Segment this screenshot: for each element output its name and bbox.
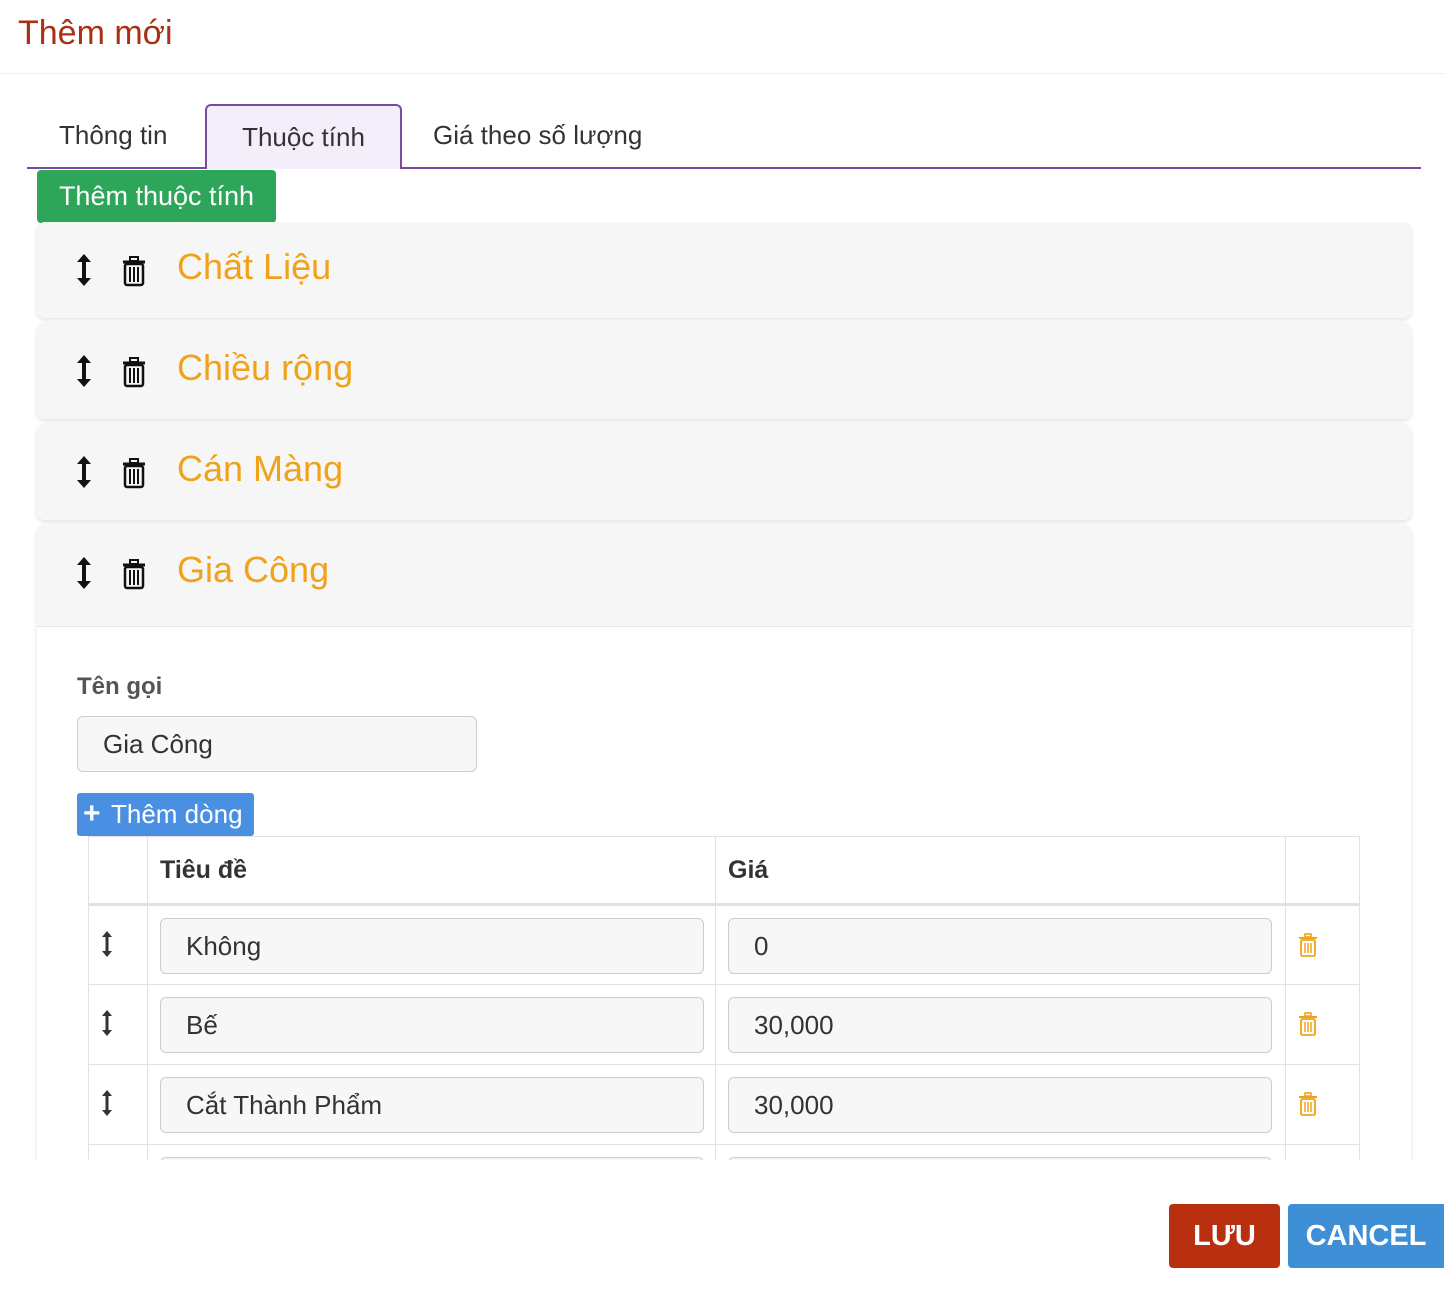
- row-title-input[interactable]: [160, 1157, 704, 1160]
- row-title-cell: Bế: [147, 984, 716, 1065]
- row-sort-cell: [88, 984, 148, 1065]
- sort-handle-icon[interactable]: [74, 555, 94, 591]
- column-header-sort: [88, 836, 148, 906]
- attribute-panel[interactable]: Cán Màng: [37, 424, 1411, 520]
- add-attribute-button[interactable]: Thêm thuộc tính: [37, 170, 276, 223]
- row-title-cell: Cắt Thành Phẩm: [147, 1064, 716, 1145]
- row-sort-cell: [88, 904, 148, 985]
- attributes-list: Chất Liệu Chiều rộng Cán Màng Gia Công T…: [0, 222, 1444, 1160]
- row-title-input[interactable]: Bế: [160, 997, 704, 1053]
- add-row-label: Thêm dòng: [111, 799, 243, 829]
- options-table: Tiêu đề Giá Không 0 Bế 30,000 Cắt Thành …: [88, 836, 1360, 1160]
- column-header-actions: [1285, 836, 1360, 906]
- table-row: Cắt Thành Phẩm 30,000: [88, 1064, 1360, 1145]
- plus-icon: +: [83, 797, 101, 830]
- save-button[interactable]: LƯU: [1169, 1204, 1280, 1268]
- attribute-panel-expanded: Gia Công Tên gọi Gia Công + Thêm dòng Ti…: [37, 525, 1411, 1160]
- trash-icon[interactable]: [1298, 1092, 1318, 1116]
- trash-icon[interactable]: [1298, 1012, 1318, 1036]
- sort-handle-icon[interactable]: [74, 353, 94, 389]
- trash-icon[interactable]: [121, 255, 147, 287]
- table-row: Bế 30,000: [88, 984, 1360, 1065]
- cancel-button[interactable]: CANCEL: [1288, 1204, 1444, 1268]
- row-price-cell: 0: [715, 904, 1286, 985]
- sort-handle-icon[interactable]: [100, 930, 114, 958]
- name-label: Tên gọi: [77, 673, 163, 700]
- table-row: Không 0: [88, 904, 1360, 985]
- sort-handle-icon[interactable]: [74, 252, 94, 288]
- expanded-panel-header[interactable]: Gia Công: [37, 525, 1411, 627]
- attribute-title[interactable]: Chất Liệu: [177, 246, 331, 288]
- row-action-cell: [1285, 1064, 1360, 1145]
- attribute-title[interactable]: Cán Màng: [177, 448, 343, 490]
- page-title: Thêm mới: [18, 14, 173, 52]
- tab-info[interactable]: Thông tin: [59, 104, 167, 169]
- sort-handle-icon[interactable]: [74, 454, 94, 490]
- attribute-panel[interactable]: Chất Liệu: [37, 222, 1411, 318]
- row-action-cell: [1285, 1144, 1360, 1160]
- tab-attributes[interactable]: Thuộc tính: [205, 104, 402, 169]
- row-price-input[interactable]: 30,000: [728, 1077, 1272, 1133]
- column-header-title: Tiêu đề: [147, 836, 716, 906]
- row-price-cell: 30,000: [715, 1064, 1286, 1145]
- row-title-input[interactable]: Không: [160, 918, 704, 974]
- row-sort-cell: [88, 1064, 148, 1145]
- row-price-input[interactable]: 0: [728, 918, 1272, 974]
- table-header-row: Tiêu đề Giá: [88, 836, 1360, 906]
- attribute-title[interactable]: Gia Công: [177, 549, 329, 591]
- row-price-input[interactable]: [728, 1157, 1272, 1160]
- add-row-button[interactable]: + Thêm dòng: [77, 793, 254, 836]
- attribute-title[interactable]: Chiều rộng: [177, 347, 353, 389]
- row-price-cell: [715, 1144, 1286, 1160]
- row-action-cell: [1285, 904, 1360, 985]
- row-sort-cell: [88, 1144, 148, 1160]
- attribute-panel[interactable]: Chiều rộng: [37, 323, 1411, 419]
- row-title-cell: Không: [147, 904, 716, 985]
- trash-icon[interactable]: [1298, 933, 1318, 957]
- tab-quantity-price[interactable]: Giá theo số lượng: [433, 104, 642, 169]
- sort-handle-icon[interactable]: [100, 1089, 114, 1117]
- table-row-partial: [88, 1144, 1360, 1160]
- row-title-cell: [147, 1144, 716, 1160]
- trash-icon[interactable]: [121, 457, 147, 489]
- trash-icon[interactable]: [121, 558, 147, 590]
- name-input[interactable]: Gia Công: [77, 716, 477, 772]
- row-price-input[interactable]: 30,000: [728, 997, 1272, 1053]
- row-action-cell: [1285, 984, 1360, 1065]
- modal-header: Thêm mới: [0, 0, 1444, 74]
- tab-bar: Thông tin Thuộc tính Giá theo số lượng: [27, 104, 1421, 169]
- trash-icon[interactable]: [121, 356, 147, 388]
- row-price-cell: 30,000: [715, 984, 1286, 1065]
- column-header-price: Giá: [715, 836, 1286, 906]
- sort-handle-icon[interactable]: [100, 1009, 114, 1037]
- row-title-input[interactable]: Cắt Thành Phẩm: [160, 1077, 704, 1133]
